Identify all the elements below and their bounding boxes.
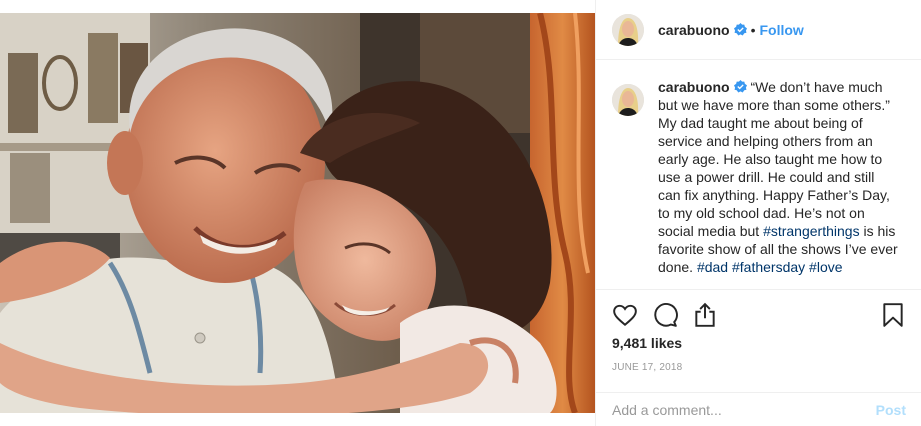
post-date[interactable]: JUNE 17, 2018 bbox=[612, 362, 682, 373]
hashtag-strangerthings[interactable]: #strangerthings bbox=[763, 223, 860, 239]
caption-username[interactable]: carabuono bbox=[658, 79, 730, 95]
share-icon[interactable] bbox=[692, 302, 718, 328]
comment-input[interactable] bbox=[612, 401, 876, 418]
photo-top-margin bbox=[0, 0, 595, 13]
post-caption: carabuono “We don’t have much but we hav… bbox=[612, 78, 912, 276]
post-actions bbox=[596, 289, 921, 341]
caption-avatar[interactable] bbox=[612, 84, 644, 116]
comment-form: Post bbox=[596, 392, 921, 426]
post-comment-button[interactable]: Post bbox=[876, 402, 906, 418]
avatar[interactable] bbox=[612, 13, 644, 46]
verified-badge-icon bbox=[733, 23, 747, 36]
post-author-username[interactable]: carabuono bbox=[658, 22, 730, 38]
likes-count[interactable]: 9,481 likes bbox=[612, 335, 682, 351]
hashtag-love[interactable]: #love bbox=[809, 259, 842, 275]
instagram-post: carabuono • Follow carabuono “We don’t h… bbox=[0, 0, 921, 426]
post-sidebar: carabuono • Follow carabuono “We don’t h… bbox=[595, 0, 921, 426]
hashtag-fathersday[interactable]: #fathersday bbox=[732, 259, 805, 275]
post-header: carabuono • Follow bbox=[596, 0, 921, 60]
hashtag-dad[interactable]: #dad bbox=[697, 259, 728, 275]
photo-bottom-margin bbox=[0, 413, 595, 426]
comment-icon[interactable] bbox=[652, 302, 678, 328]
follow-button[interactable]: Follow bbox=[759, 22, 803, 38]
heart-icon[interactable] bbox=[612, 302, 638, 328]
caption-text: carabuono “We don’t have much but we hav… bbox=[658, 78, 900, 276]
caption-verified-badge-icon bbox=[733, 80, 747, 93]
header-separator: • bbox=[750, 21, 756, 38]
caption-body-start: “We don’t have much but we have more tha… bbox=[658, 79, 890, 239]
post-photo[interactable] bbox=[0, 13, 595, 413]
bookmark-icon[interactable] bbox=[880, 302, 906, 328]
